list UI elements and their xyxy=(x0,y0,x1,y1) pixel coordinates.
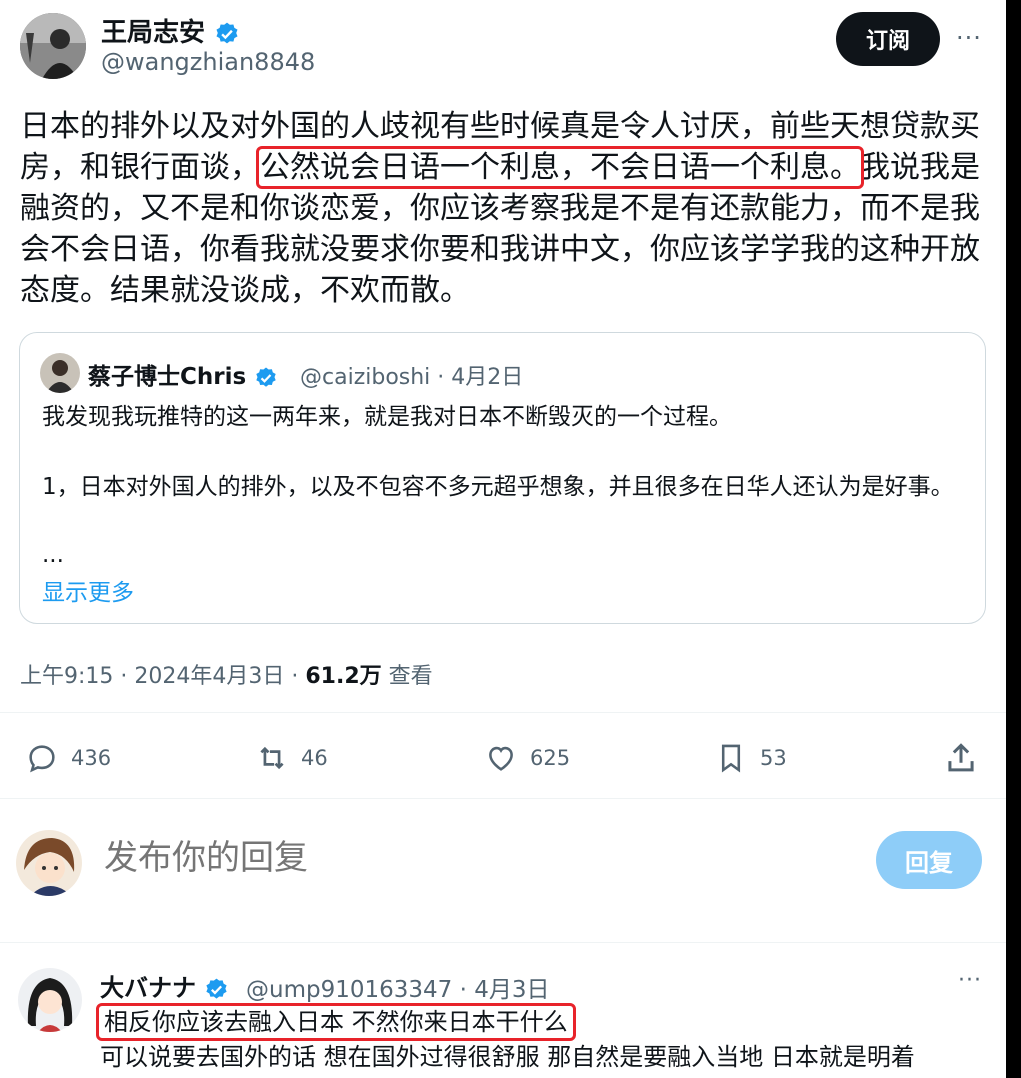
share-icon xyxy=(948,743,974,772)
tweet-text: 日本的排外以及对外国的人歧视有些时候真是令人讨厌，前些天想贷款买房，和银行面谈，… xyxy=(20,109,980,308)
tweet-detail-card: 王局志安 @wangzhian8848 订阅 ··· 日本的排外以及对外国的人歧… xyxy=(0,0,1006,1078)
reply-button[interactable]: 回复 xyxy=(876,831,982,889)
author-handle[interactable]: @wangzhian8848 xyxy=(101,48,315,76)
share-action[interactable] xyxy=(942,738,992,778)
bookmark-icon xyxy=(721,744,741,773)
reply-input[interactable] xyxy=(104,838,804,878)
like-action[interactable]: 625 xyxy=(484,738,570,778)
tweet-meta: 上午9:15 · 2024年4月3日 · 61.2万 查看 xyxy=(20,658,433,690)
retweet-icon xyxy=(260,746,284,770)
quoted-tweet[interactable]: 蔡子博士Chris @caiziboshi · 4月2日 我发现我玩推特的这一两… xyxy=(19,332,986,624)
reply-author-name[interactable]: 大バナナ xyxy=(100,968,229,1003)
divider xyxy=(0,712,1006,713)
subscribe-button[interactable]: 订阅 xyxy=(836,12,940,66)
tweet-timestamp[interactable]: 上午9:15 · 2024年4月3日 · xyxy=(20,664,298,689)
author-avatar[interactable] xyxy=(20,13,86,79)
verified-badge-icon xyxy=(206,978,227,999)
retweet-action[interactable]: 46 xyxy=(255,738,328,778)
views-label: 查看 xyxy=(388,664,433,689)
highlighted-text: 公然说会日语一个利息，不会日语一个利息。 xyxy=(256,146,864,189)
quote-author-name[interactable]: 蔡子博士Chris xyxy=(88,357,278,391)
quote-ellipsis: ... xyxy=(42,542,64,568)
reply-icon xyxy=(29,745,55,773)
show-more-link[interactable]: 显示更多 xyxy=(42,573,134,607)
divider xyxy=(0,942,1006,943)
current-user-avatar[interactable] xyxy=(16,830,82,896)
quote-text-line2: 1，日本对外国人的排外，以及不包容不多元超乎想象，并且很多在日华人还认为是好事。 xyxy=(42,474,954,500)
more-options-icon[interactable]: ··· xyxy=(956,24,982,52)
quote-author-handle[interactable]: @caiziboshi · 4月2日 xyxy=(300,359,523,391)
quote-author-avatar[interactable] xyxy=(40,353,80,393)
reply-text-line1: 相反你应该去融入日本 不然你来日本干什么 xyxy=(96,1003,1000,1041)
like-icon xyxy=(489,746,513,771)
bookmark-action[interactable]: 53 xyxy=(714,738,787,778)
divider xyxy=(0,798,1006,799)
view-count: 61.2万 xyxy=(305,664,382,689)
quote-text-line1: 我发现我玩推特的这一两年来，就是我对日本不断毁灭的一个过程。 xyxy=(42,404,732,430)
reply-text-line2: 可以说要去国外的话 想在国外过得很舒服 那自然是要融入当地 日本就是明着 xyxy=(100,1043,915,1071)
reply-author-avatar[interactable] xyxy=(18,968,82,1032)
author-name[interactable]: 王局志安 xyxy=(101,12,240,49)
verified-badge-icon xyxy=(216,22,238,43)
reply-author-handle[interactable]: @ump910163347 · 4月3日 xyxy=(246,970,549,1004)
reply-more-options-icon[interactable]: ··· xyxy=(958,968,982,993)
reply-action[interactable]: 436 xyxy=(25,738,111,778)
verified-badge-icon xyxy=(256,367,276,387)
